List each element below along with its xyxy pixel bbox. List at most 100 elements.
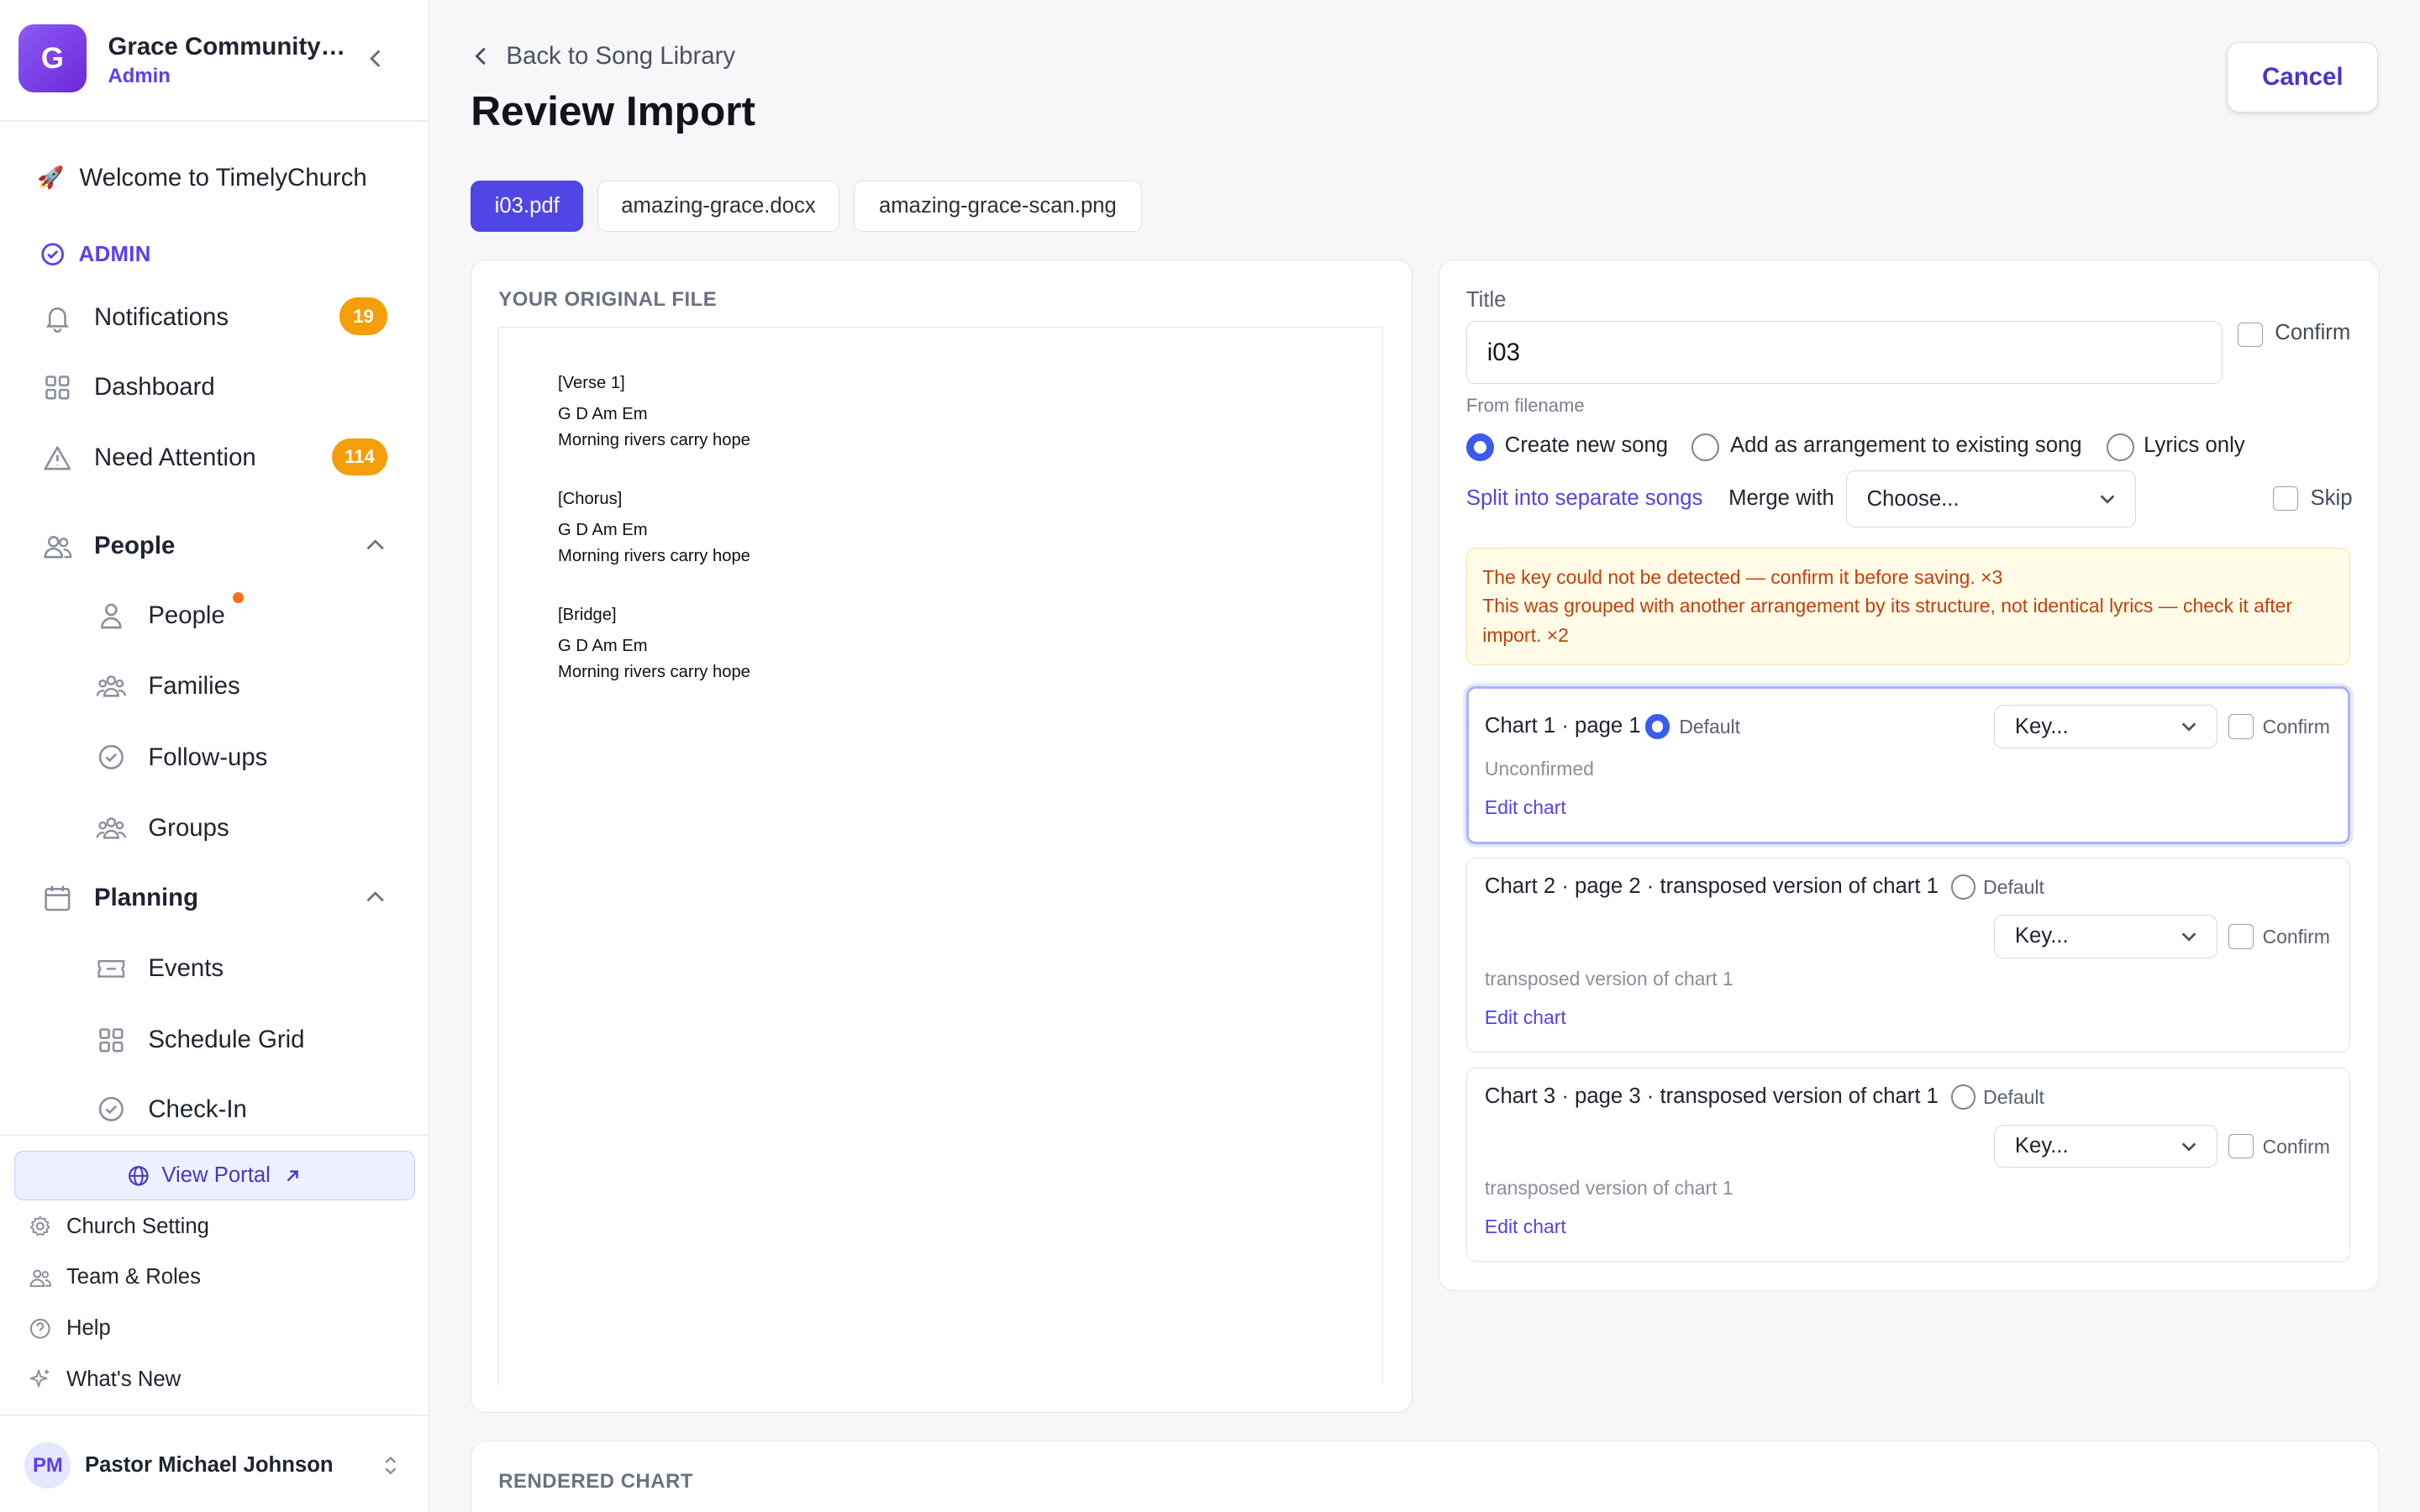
chart-card-title: Chart 3 · page 3 · transposed version of…: [1484, 1084, 1939, 1109]
nav-need-attention-label: Need Attention: [94, 444, 256, 472]
nav-group-planning[interactable]: Planning: [40, 876, 198, 919]
sidebar-item-check-in-label: Check-In: [148, 1095, 247, 1123]
divider: [0, 1415, 429, 1417]
chart-confirm-label: Confirm: [2262, 716, 2330, 738]
footer-whats-new-label: What's New: [66, 1367, 182, 1391]
people-group-icon: [40, 529, 74, 563]
chart-default-radio[interactable]: [1644, 714, 1670, 739]
chevron-up-icon[interactable]: [363, 533, 387, 558]
title-confirm-checkbox[interactable]: [2238, 322, 2263, 348]
sidebar-item-schedule-grid[interactable]: Schedule Grid: [94, 1018, 304, 1061]
tab-file-amazing-grace-scan[interactable]: amazing-grace-scan.png: [853, 180, 1143, 232]
team-icon: [28, 1265, 52, 1289]
welcome-link[interactable]: 🚀 Welcome to TimelyChurch: [37, 164, 367, 192]
preview-line: Morning rivers carry hope: [558, 662, 750, 681]
chart-default-label: Default: [1679, 716, 1741, 738]
merge-with-label: Merge with: [1728, 486, 1834, 510]
nav-group-people[interactable]: People: [40, 524, 175, 567]
edit-chart-link[interactable]: Edit chart: [1485, 1006, 1566, 1029]
divider: [0, 120, 429, 123]
chart-confirm-checkbox[interactable]: [2228, 1133, 2254, 1159]
sidebar-item-events[interactable]: Events: [94, 948, 224, 990]
chevron-up-icon[interactable]: [363, 885, 387, 910]
org-role: Admin: [108, 65, 171, 88]
globe-icon: [129, 1165, 149, 1186]
chart-default-radio[interactable]: [1950, 874, 1975, 900]
original-file-preview[interactable]: [Verse 1] G D Am Em Morning rivers carry…: [498, 327, 1383, 1386]
preview-line: G D Am Em: [558, 405, 648, 424]
cancel-button[interactable]: Cancel: [2227, 41, 2379, 113]
chart-key-value: Key...: [2014, 714, 2069, 738]
title-label: Title: [1465, 288, 1507, 312]
preview-line: Morning rivers carry hope: [558, 547, 750, 566]
user-name: Pastor Michael Johnson: [84, 1453, 334, 1478]
sidebar: G Grace Community Church Admin 🚀 Welcome…: [0, 0, 429, 1512]
radio-lyrics-only-label: Lyrics only: [2144, 433, 2245, 458]
nav-need-attention[interactable]: Need Attention: [40, 437, 256, 480]
check-circle-icon: [94, 1092, 128, 1126]
sidebar-item-people[interactable]: People: [94, 594, 225, 637]
back-to-library-link[interactable]: Back to Song Library: [472, 42, 735, 71]
chart-card-title: Chart 1 · page 1: [1484, 714, 1641, 738]
footer-team-roles[interactable]: Team & Roles: [28, 1261, 201, 1294]
notifications-badge: 19: [339, 297, 387, 335]
help-icon: [28, 1316, 52, 1341]
collapse-sidebar-icon[interactable]: [364, 46, 388, 71]
grid-icon: [94, 1023, 128, 1057]
chart-card[interactable]: [1465, 686, 2351, 844]
footer-church-setting-label: Church Setting: [66, 1214, 209, 1238]
nav-notifications[interactable]: Notifications: [40, 297, 229, 339]
preview-line: [Verse 1]: [558, 374, 625, 393]
footer-church-setting[interactable]: Church Setting: [28, 1210, 209, 1243]
new-indicator-dot: [233, 592, 245, 604]
groups-icon: [94, 811, 128, 845]
rendered-chart-label: RENDERED CHART: [498, 1470, 693, 1494]
radio-add-arrangement-label: Add as arrangement to existing song: [1729, 433, 2082, 458]
avatar: PM: [24, 1442, 71, 1489]
nav-dashboard[interactable]: Dashboard: [40, 365, 215, 408]
check-circle-icon: [94, 741, 128, 774]
preview-line: [Bridge]: [558, 605, 617, 624]
warning-key-not-detected: The key could not be detected — confirm …: [1482, 565, 2003, 588]
footer-whats-new[interactable]: What's New: [28, 1362, 181, 1396]
admin-section-label: ADMIN: [78, 242, 151, 266]
chevron-down-icon: [2100, 495, 2115, 504]
sidebar-item-check-in[interactable]: Check-In: [94, 1088, 247, 1131]
edit-chart-link[interactable]: Edit chart: [1485, 796, 1566, 819]
chart-key-select[interactable]: Key...: [1994, 1124, 2218, 1168]
chart-card-title: Chart 2 · page 2 · transposed version of…: [1484, 874, 1939, 899]
chevron-updown-icon: [385, 1456, 397, 1475]
admin-section: ADMIN: [40, 242, 151, 266]
split-songs-link[interactable]: Split into separate songs: [1466, 486, 1702, 511]
sidebar-item-schedule-grid-label: Schedule Grid: [148, 1025, 305, 1053]
chart-confirm-label: Confirm: [2262, 1135, 2330, 1158]
warning-icon: [40, 441, 74, 475]
chart-key-select[interactable]: Key...: [1994, 705, 2218, 748]
edit-chart-link[interactable]: Edit chart: [1485, 1215, 1566, 1238]
user-menu[interactable]: PM Pastor Michael Johnson: [24, 1441, 410, 1490]
sidebar-item-groups[interactable]: Groups: [94, 807, 229, 850]
skip-checkbox[interactable]: [2273, 486, 2298, 511]
tab-file-i03[interactable]: i03.pdf: [471, 180, 584, 232]
sidebar-item-follow-ups[interactable]: Follow-ups: [94, 736, 267, 779]
preview-line: [Chorus]: [558, 490, 623, 509]
sparkle-icon: [28, 1367, 52, 1391]
view-portal-button[interactable]: View Portal: [13, 1151, 416, 1200]
chart-key-select[interactable]: Key...: [1994, 915, 2218, 958]
tab-file-amazing-grace-docx[interactable]: amazing-grace.docx: [597, 180, 840, 232]
preview-line: G D Am Em: [558, 520, 648, 539]
org-switcher[interactable]: G Grace Community Church Admin: [18, 24, 411, 95]
title-input[interactable]: i03: [1465, 321, 2223, 385]
title-confirm-label: Confirm: [2275, 321, 2351, 345]
sidebar-item-families[interactable]: Families: [94, 665, 240, 708]
nav-notifications-label: Notifications: [94, 303, 229, 332]
chart-confirm-checkbox[interactable]: [2228, 924, 2254, 949]
chart-confirm-checkbox[interactable]: [2228, 714, 2254, 739]
radio-create-new-song[interactable]: [1465, 433, 1494, 462]
merge-with-select[interactable]: Choose...: [1845, 470, 2136, 528]
back-link-label: Back to Song Library: [506, 41, 736, 70]
chart-default-radio[interactable]: [1950, 1084, 1975, 1110]
rocket-icon: 🚀: [37, 165, 65, 190]
radio-add-arrangement[interactable]: [1691, 433, 1720, 462]
footer-help[interactable]: Help: [28, 1311, 111, 1345]
